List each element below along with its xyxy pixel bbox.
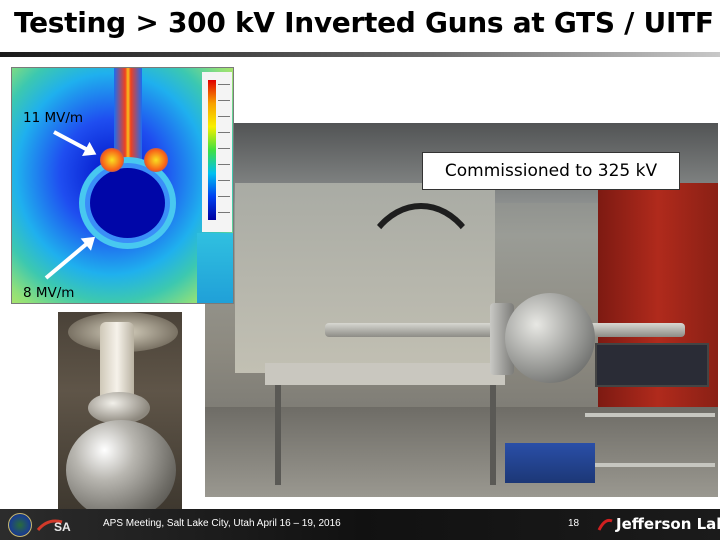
scale-tick bbox=[218, 180, 230, 181]
field-label-upper: 11 MV/m bbox=[23, 110, 84, 126]
field-label-lower: 8 MV/m bbox=[23, 285, 75, 301]
commissioned-callout: Commissioned to 325 kV bbox=[422, 152, 680, 190]
conference-info: APS Meeting, Salt Lake City, Utah April … bbox=[103, 518, 341, 529]
scale-tick bbox=[218, 196, 230, 197]
equipment-display bbox=[595, 343, 709, 387]
title-divider bbox=[0, 52, 720, 57]
blue-equipment-box bbox=[505, 443, 595, 483]
shelf bbox=[585, 413, 715, 417]
color-scale-legend bbox=[202, 72, 232, 232]
table-leg bbox=[275, 385, 281, 485]
slide-title: Testing > 300 kV Inverted Guns at GTS / … bbox=[14, 6, 714, 39]
cathode-ball bbox=[66, 420, 176, 510]
scale-tick bbox=[218, 84, 230, 85]
jsa-logo-icon: SA bbox=[36, 519, 71, 534]
gun-vacuum-chamber bbox=[505, 293, 595, 383]
chamber-wall bbox=[197, 233, 233, 303]
lab-floor bbox=[205, 407, 718, 497]
field-hotspot-left bbox=[100, 148, 124, 172]
jefferson-lab-logo-icon bbox=[597, 518, 613, 531]
svg-text:SA: SA bbox=[54, 520, 71, 534]
optics-table bbox=[265, 363, 505, 385]
ceramic-insulator bbox=[100, 322, 134, 402]
field-simulation-image bbox=[11, 67, 234, 304]
scale-tick bbox=[218, 100, 230, 101]
doe-seal-icon bbox=[8, 513, 32, 537]
scale-tick bbox=[218, 212, 230, 213]
slide-footer: SA APS Meeting, Salt Lake City, Utah Apr… bbox=[0, 509, 720, 540]
inverted-gun-photo bbox=[58, 312, 182, 510]
shelf bbox=[585, 463, 715, 467]
hv-cable bbox=[355, 203, 487, 375]
color-scale-bar bbox=[208, 80, 216, 220]
equipment-rack bbox=[598, 183, 718, 443]
page-number: 18 bbox=[568, 518, 580, 529]
scale-tick bbox=[218, 132, 230, 133]
table-leg bbox=[490, 385, 496, 485]
scale-tick bbox=[218, 164, 230, 165]
scale-tick bbox=[218, 148, 230, 149]
scale-tick bbox=[218, 116, 230, 117]
cathode-electrode bbox=[90, 168, 165, 238]
jefferson-lab-brand: Jefferson Lab bbox=[616, 515, 720, 533]
field-hotspot-right bbox=[144, 148, 168, 172]
